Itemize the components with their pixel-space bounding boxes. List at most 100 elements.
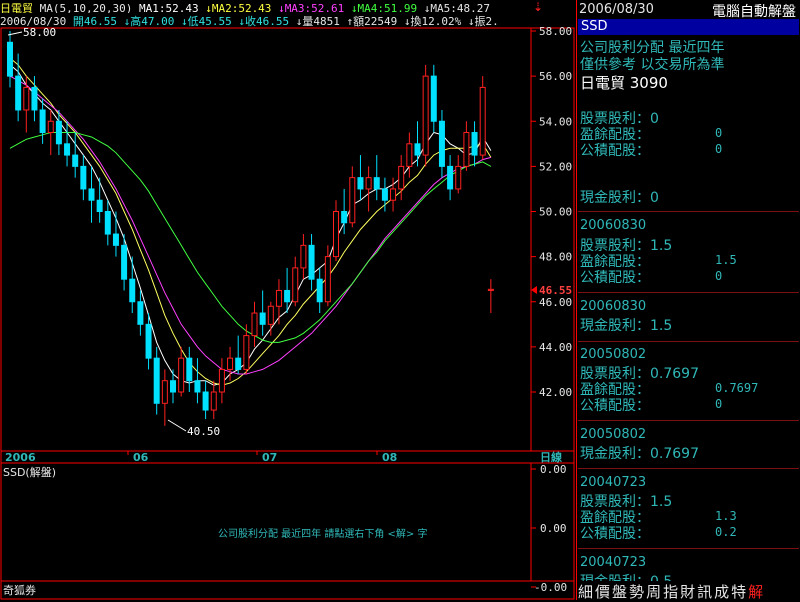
analysis-panel: 2006/08/30 電腦自動解盤 SSD 公司股利分配 最近四年 僅供參考 以… <box>576 0 800 601</box>
candle-body <box>381 188 388 201</box>
candle <box>259 290 266 336</box>
candle <box>365 166 372 212</box>
candle-body <box>479 86 486 156</box>
section-divider <box>578 420 799 421</box>
entry-capital-label-1: 公積配股： <box>580 270 650 286</box>
candle-body <box>259 312 266 325</box>
price-tick-label: 46.00 <box>539 296 572 309</box>
broker-label: 奇狐券 <box>3 583 36 597</box>
sort-arrow-icon[interactable]: ⇣ <box>533 0 543 14</box>
candle-body <box>72 154 79 167</box>
candle <box>88 166 95 223</box>
candle <box>333 200 339 262</box>
candle-body <box>80 165 87 190</box>
time-label-07: 07 <box>262 451 277 464</box>
period-label[interactable]: 日線 <box>540 450 562 464</box>
candle <box>447 155 454 201</box>
ma-line-ma3 <box>9 75 492 375</box>
candle-body <box>55 120 62 145</box>
indicator-tick-top: 0.00 <box>540 463 567 476</box>
candle <box>186 346 193 392</box>
price-tick-label: 52.00 <box>539 160 572 173</box>
candle <box>357 155 364 201</box>
tab-trend[interactable]: 勢 <box>629 583 645 601</box>
low-arrow-icon: ↓ <box>180 15 188 27</box>
indicator-tick-bottom: -0.00 <box>534 581 567 594</box>
candle-body <box>15 75 22 111</box>
chart-area[interactable]: 58.00 56.00 54.00 52.00 50.00 48.00 46.00 44.00… <box>0 0 576 600</box>
ma4-arrow-icon: ↓ <box>350 2 358 13</box>
candle-body <box>447 165 454 190</box>
candle <box>430 64 437 133</box>
candle-body <box>471 132 478 156</box>
candle-body <box>218 368 225 393</box>
time-label-2006: 2006 <box>5 451 36 464</box>
panel-stock: 日電貿 3090 <box>580 74 668 92</box>
candle <box>96 177 103 223</box>
tab-detail[interactable]: 細 <box>578 583 594 601</box>
tab-price[interactable]: 價 <box>595 583 611 601</box>
candle-body <box>39 109 46 134</box>
candle <box>438 109 445 178</box>
entry-capital-value-3: 0 <box>715 397 723 411</box>
candle-body <box>121 244 128 280</box>
candle-body <box>341 211 348 224</box>
quote-date: 2006/08/30 <box>0 15 67 27</box>
ma-line-ma2 <box>9 57 492 386</box>
panel-title: 電腦自動解盤 <box>712 4 796 20</box>
ma5-value: MA5:48.27 <box>430 2 491 13</box>
candle-body <box>104 211 111 235</box>
candle <box>455 155 462 194</box>
candle <box>398 155 405 201</box>
cash-dividend-0: 現金股利：0 <box>580 190 659 206</box>
entry-date-3: 20050802 <box>580 347 647 362</box>
entry-date-5: 20040723 <box>580 475 647 490</box>
tab-analysis[interactable]: 解 <box>748 583 764 601</box>
candle-body <box>186 357 193 382</box>
candle-body <box>430 75 437 122</box>
section-divider <box>578 211 799 212</box>
candle <box>178 346 185 397</box>
indicator-message: 公司股利分配 最近四年 請點選右下角 <解> 字 <box>218 527 427 540</box>
candle-body <box>194 380 201 393</box>
price-tick-label: 50.00 <box>539 206 572 219</box>
tab-volume[interactable]: 成 <box>714 583 730 601</box>
entry-capital-value-5: 0.2 <box>715 525 737 539</box>
volume-value: 量4851 <box>302 15 340 27</box>
candle-body <box>145 323 152 359</box>
candle <box>292 256 299 307</box>
tab-news[interactable]: 訊 <box>697 583 713 601</box>
ma1-value: MA1:52.43 <box>138 2 199 13</box>
candle-body <box>365 177 372 190</box>
high-value: 高47.00 <box>130 15 175 27</box>
candle-body <box>96 199 103 212</box>
candle-body <box>349 177 356 224</box>
panel-tab-ssd[interactable]: SSD <box>578 19 799 35</box>
candle-body <box>487 288 494 291</box>
ma-params[interactable]: MA(5,10,20,30) <box>40 2 133 13</box>
current-price-pointer <box>531 286 537 294</box>
candle-body <box>414 143 421 156</box>
close-value: 收46.55 <box>244 15 290 27</box>
candle <box>170 369 176 404</box>
candle <box>316 267 323 314</box>
min-label: 40.50 <box>187 425 220 438</box>
section-divider <box>578 292 799 293</box>
entry-date-4: 20050802 <box>580 427 647 442</box>
ma2-value: MA2:52.43 <box>211 2 272 13</box>
current-price-label: 46.55 <box>539 284 572 297</box>
entry-cash-4: 現金股利：0.7697 <box>580 446 699 462</box>
ma-line-ma1 <box>9 64 492 386</box>
tab-board[interactable]: 盤 <box>612 583 628 601</box>
candle <box>275 279 282 325</box>
candle <box>47 109 54 156</box>
tab-index[interactable]: 指 <box>663 583 679 601</box>
tab-finance[interactable]: 財 <box>680 583 696 601</box>
candle-body <box>324 256 331 303</box>
entry-date-2: 20060830 <box>580 299 647 314</box>
candle-body <box>23 86 30 111</box>
candle-body <box>357 177 364 190</box>
tab-special[interactable]: 特 <box>731 583 747 601</box>
panel-desc-2: 僅供參考 以交易所為準 <box>580 57 725 73</box>
tab-week[interactable]: 周 <box>646 583 662 601</box>
